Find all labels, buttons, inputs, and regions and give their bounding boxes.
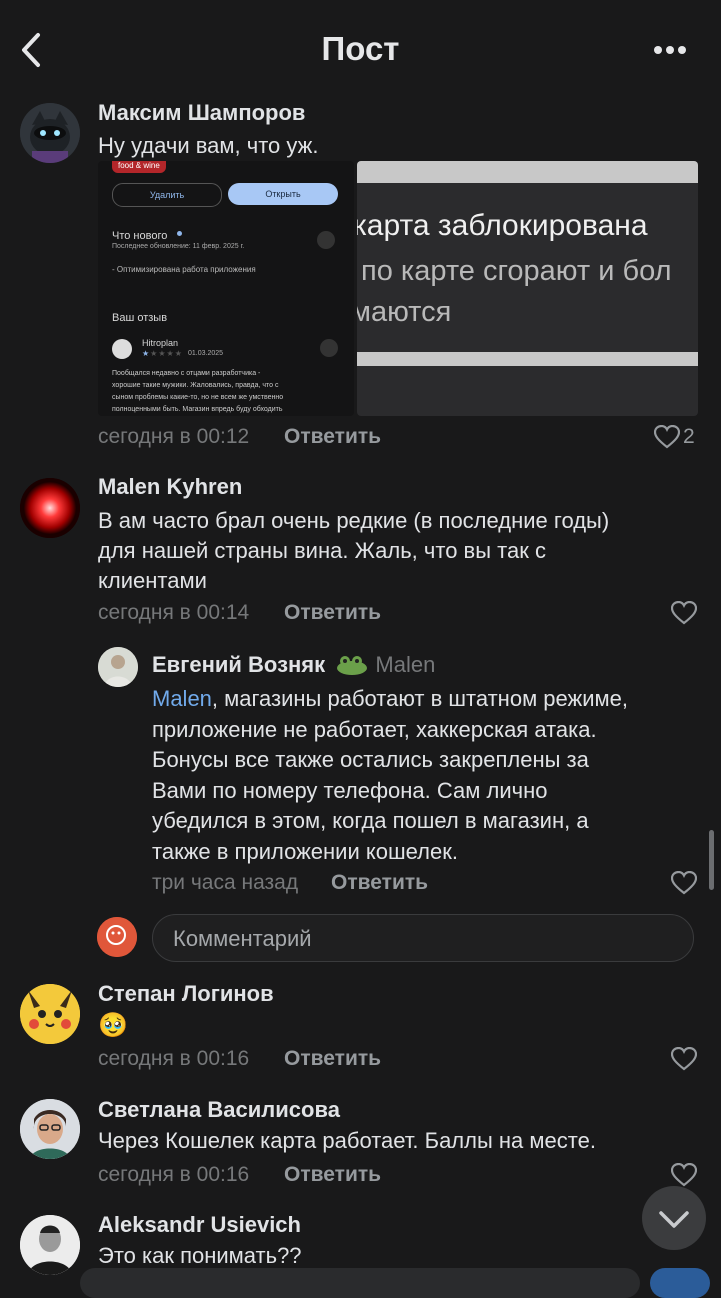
like-button[interactable] — [670, 870, 698, 895]
heart-icon — [670, 1046, 698, 1071]
comment-text-line: Бонусы все также остались закреплены за — [152, 747, 589, 772]
comment-text-line: Вами по номеру телефона. Сам лично — [152, 778, 548, 803]
screenshot-line: карта заблокирована — [357, 209, 648, 242]
dot-icon — [177, 231, 182, 236]
heart-icon — [653, 424, 681, 449]
screenshot-line: по карте сгорают и бол — [361, 255, 672, 287]
comment-text-line: В ам часто брал очень редкие (в последни… — [98, 508, 610, 533]
review-more-icon — [320, 339, 338, 357]
comment-text-line: также в приложении кошелек. — [152, 839, 458, 864]
comment-time: три часа назад — [152, 871, 299, 894]
red-light-avatar-image — [20, 478, 80, 538]
heart-icon — [670, 1162, 698, 1187]
reply-button[interactable]: Ответить — [284, 601, 381, 625]
like-button[interactable] — [670, 1046, 698, 1071]
person-avatar-image — [20, 1099, 80, 1159]
raccoon-avatar-image — [20, 103, 80, 163]
reviewer-avatar — [112, 339, 132, 359]
author-name: Евгений Возняк — [152, 652, 326, 677]
reply-button[interactable]: Ответить — [284, 1047, 381, 1071]
updated-label: Последнее обновление: 11 февр. 2025 г. — [112, 243, 245, 250]
comment-time: сегодня в 00:12 — [98, 425, 250, 448]
avatar[interactable] — [20, 103, 80, 163]
comment-text: 🥹 — [98, 1012, 128, 1039]
attachment-app-screenshot[interactable]: food & wine Удалить Открыть Что нового П… — [98, 161, 354, 416]
comment-text-line: для нашей страны вина. Жаль, что вы так … — [98, 538, 546, 563]
comment-text-line: приложение не работает, хаккерская атака… — [152, 717, 597, 742]
change-label: - Оптимизирована работа приложения — [112, 265, 256, 274]
reply-button[interactable]: Ответить — [284, 1163, 381, 1187]
attachment-message-screenshot[interactable]: карта заблокирована по карте сгорают и б… — [357, 161, 698, 416]
screenshot-top-band — [357, 161, 698, 183]
reply-button[interactable]: Ответить — [284, 425, 381, 449]
comment-author[interactable]: Светлана Василисова — [98, 1097, 340, 1123]
my-avatar-image — [97, 917, 137, 957]
like-button[interactable] — [670, 1162, 698, 1187]
heart-icon — [670, 870, 698, 895]
frog-sticker-icon — [335, 654, 369, 676]
comment-text: Через Кошелек карта работает. Баллы на м… — [98, 1128, 596, 1153]
review-text: сыном проблемы какие-то, но не всем же у… — [112, 394, 284, 401]
comment-author[interactable]: Евгений Возняк Malen — [152, 652, 435, 678]
reply-button[interactable]: Ответить — [331, 871, 428, 895]
mention-link[interactable]: Malen — [152, 686, 212, 711]
top-bar: Пост — [0, 0, 721, 100]
comment-author[interactable]: Malen Kyhren — [98, 474, 242, 500]
avatar[interactable] — [20, 1215, 80, 1275]
review-date: 01.03.2025 — [188, 350, 224, 357]
person-avatar-image — [20, 1215, 80, 1275]
comment-text-line: Malen, магазины работают в штатном режим… — [152, 683, 628, 714]
bottom-action — [650, 1268, 710, 1298]
scrollbar[interactable] — [709, 830, 714, 890]
like-count: 2 — [683, 425, 695, 448]
heart-icon — [670, 600, 698, 625]
pikachu-avatar-image — [20, 984, 80, 1044]
review-text: полноценными быть. Магазин впредь буду о… — [112, 406, 283, 413]
comment-author[interactable]: Максим Шампоров — [98, 100, 305, 126]
comment-time: сегодня в 00:16 — [98, 1163, 250, 1186]
review-text: хорошие такие мужики. Жаловались, правда… — [112, 382, 279, 389]
comment-text-line: убедился в этом, когда пошел в магазин, … — [152, 808, 589, 833]
comment-author[interactable]: Степан Логинов — [98, 981, 274, 1007]
screenshot-bottom-band — [357, 352, 698, 366]
more-icon — [654, 46, 686, 54]
delete-app-button: Удалить — [112, 183, 222, 207]
comment-attachments: food & wine Удалить Открыть Что нового П… — [98, 161, 698, 416]
comment-text: Это как понимать?? — [98, 1243, 302, 1268]
tag-label: food & wine — [112, 161, 166, 173]
bottom-bar — [80, 1268, 640, 1298]
avatar[interactable] — [20, 478, 80, 538]
avatar[interactable] — [20, 1099, 80, 1159]
comment-time: сегодня в 00:16 — [98, 1047, 250, 1070]
scroll-down-button[interactable] — [642, 1186, 706, 1250]
person-avatar-image — [98, 647, 138, 687]
star-rating-icon: ★★★★★ — [142, 349, 183, 358]
comment-input[interactable]: Комментарий — [152, 914, 694, 962]
comment-time: сегодня в 00:14 — [98, 601, 250, 624]
comment-text: , магазины работают в штатном режиме, — [211, 686, 629, 711]
comment-text: Ну удачи вам, что уж. — [98, 133, 319, 158]
reply-to-name[interactable]: Malen — [375, 652, 435, 677]
your-review-label: Ваш отзыв — [112, 312, 168, 324]
more-button[interactable] — [650, 40, 690, 60]
screenshot-line: маются — [357, 296, 452, 328]
avatar[interactable] — [20, 984, 80, 1044]
page-title: Пост — [321, 30, 400, 67]
arrow-icon — [317, 231, 335, 249]
like-button[interactable] — [653, 424, 681, 449]
review-text: Пообщался недавно с отцами разработчика … — [112, 370, 261, 377]
like-button[interactable] — [670, 600, 698, 625]
comment-text-line: клиентами — [98, 568, 207, 593]
reviewer-name: Hitroplan — [142, 338, 179, 348]
my-avatar — [97, 917, 137, 957]
avatar[interactable] — [98, 647, 138, 687]
comment-author[interactable]: Aleksandr Usievich — [98, 1212, 301, 1238]
comment-input-placeholder: Комментарий — [173, 926, 312, 951]
open-app-button: Открыть — [228, 183, 338, 205]
whats-new-label: Что нового — [112, 230, 168, 242]
chevron-down-icon — [659, 1211, 689, 1228]
